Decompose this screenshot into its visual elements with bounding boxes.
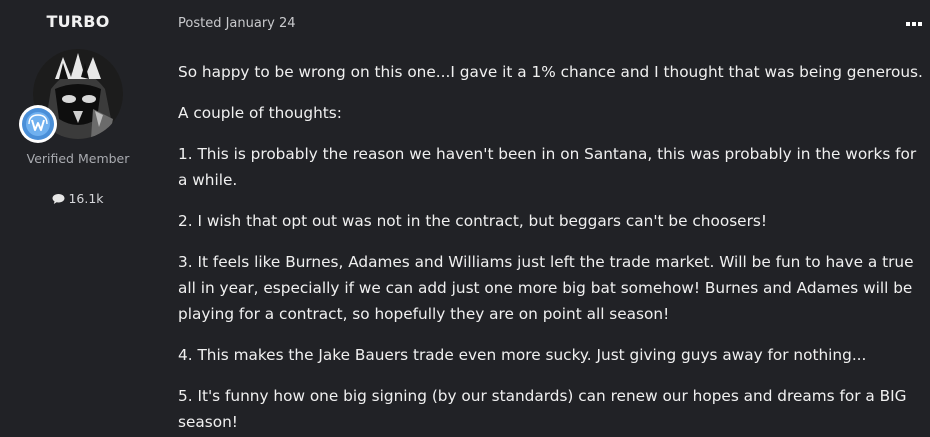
- author-username[interactable]: TURBO: [0, 12, 156, 31]
- post-paragraph: 1. This is probably the reason we haven'…: [178, 145, 917, 189]
- comment-bubble-icon: [52, 193, 65, 208]
- post-paragraph: So happy to be wrong on this one...I gav…: [178, 63, 923, 81]
- author-panel: TURBO Verified Member 16.1k: [0, 0, 156, 437]
- verified-badge[interactable]: [18, 104, 58, 144]
- more-options-button[interactable]: [904, 18, 924, 30]
- more-options-icon: [906, 22, 922, 26]
- verified-badge-icon: [19, 105, 57, 143]
- post-count: 16.1k: [0, 191, 156, 208]
- post-paragraph: 5. It's funny how one big signing (by ou…: [178, 387, 907, 431]
- post-paragraph: 2. I wish that opt out was not in the co…: [178, 212, 767, 230]
- member-title: Verified Member: [26, 151, 130, 166]
- post-date[interactable]: Posted January 24: [178, 16, 296, 31]
- post-paragraph: 3. It feels like Burnes, Adames and Will…: [178, 253, 914, 323]
- post-paragraph: 4. This makes the Jake Bauers trade even…: [178, 346, 867, 364]
- post-count-value: 16.1k: [68, 191, 104, 206]
- post-content: So happy to be wrong on this one...I gav…: [178, 59, 928, 437]
- post-paragraph: A couple of thoughts:: [178, 104, 342, 122]
